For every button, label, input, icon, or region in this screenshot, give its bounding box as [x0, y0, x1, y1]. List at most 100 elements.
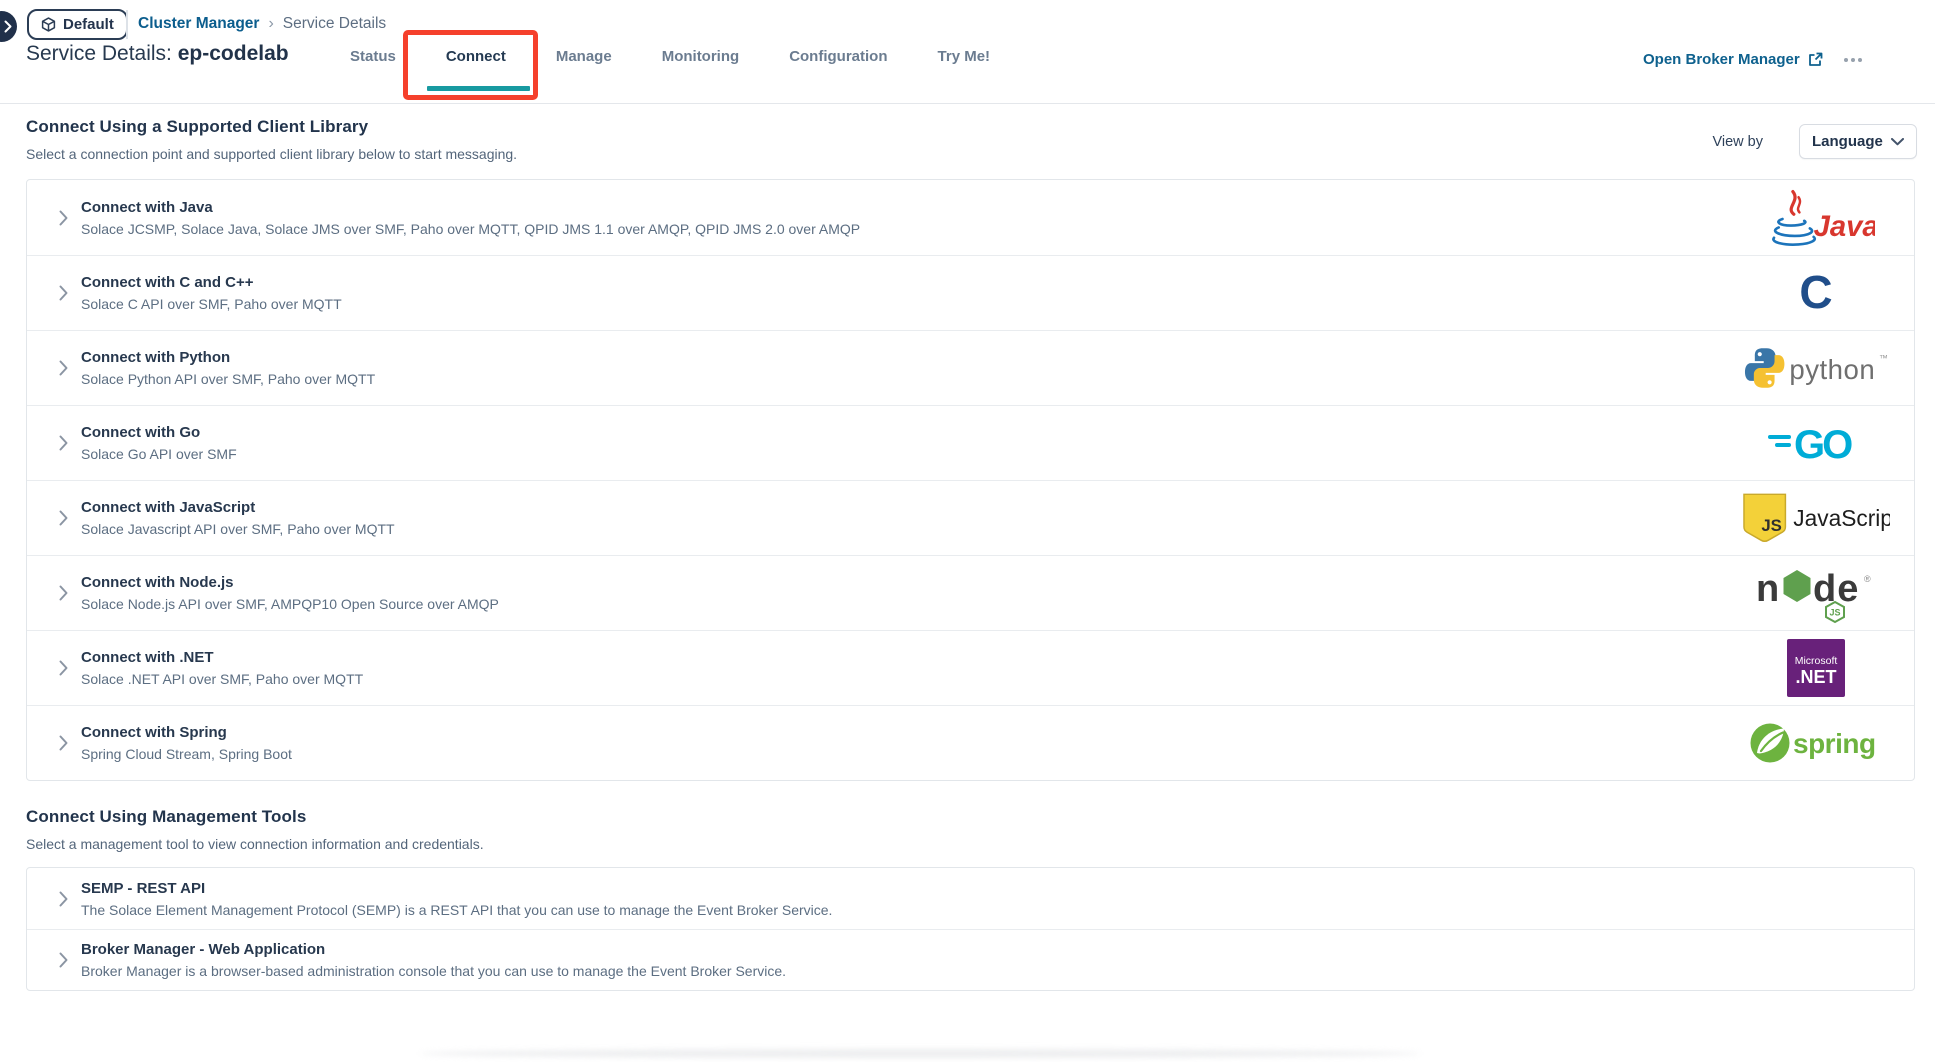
chevron-right-icon — [59, 435, 68, 451]
item-subtitle: Solace Javascript API over SMF, Paho ove… — [81, 521, 395, 537]
ellipsis-icon — [1844, 58, 1848, 62]
workspace-badge-label: Default — [63, 16, 114, 33]
java-logo: Java — [1742, 188, 1890, 248]
breadcrumb-separator: › — [268, 15, 273, 33]
list-item-java[interactable]: Connect with Java Solace JCSMP, Solace J… — [27, 180, 1914, 255]
chevron-right-icon — [59, 735, 68, 751]
open-broker-manager-link[interactable]: Open Broker Manager — [1643, 51, 1823, 68]
svg-text:JS: JS — [1761, 516, 1782, 535]
open-broker-manager-label: Open Broker Manager — [1643, 51, 1800, 68]
management-subheading: Select a management tool to view connect… — [26, 836, 1915, 852]
list-item-spring[interactable]: Connect with Spring Spring Cloud Stream,… — [27, 705, 1914, 780]
item-subtitle: Broker Manager is a browser-based admini… — [81, 963, 786, 979]
item-subtitle: Solace Python API over SMF, Paho over MQ… — [81, 371, 375, 387]
workspace-badge[interactable]: Default — [27, 9, 128, 40]
service-name: ep-codelab — [178, 42, 289, 65]
svg-text:Microsoft: Microsoft — [1795, 655, 1838, 667]
breadcrumb: Cluster Manager › Service Details — [138, 15, 386, 33]
tab-monitoring[interactable]: Monitoring — [662, 48, 739, 65]
management-tools-list: SEMP - REST API The Solace Element Manag… — [26, 867, 1915, 991]
item-title: Connect with Go — [81, 424, 237, 441]
item-title: Broker Manager - Web Application — [81, 941, 786, 958]
tab-configuration[interactable]: Configuration — [789, 48, 887, 65]
chevron-right-icon — [59, 660, 68, 676]
item-subtitle: Solace C API over SMF, Paho over MQTT — [81, 296, 342, 312]
tab-bar: Status Connect Manage Monitoring Configu… — [350, 48, 990, 65]
chevron-right-icon — [59, 210, 68, 226]
chevron-down-icon — [1891, 138, 1904, 146]
management-section-head: Connect Using Management Tools Select a … — [26, 807, 1915, 852]
spring-logo: spring — [1742, 720, 1890, 766]
view-by-label: View by — [1712, 134, 1763, 150]
chevron-right-icon — [59, 285, 68, 301]
item-subtitle: Spring Cloud Stream, Spring Boot — [81, 746, 292, 762]
item-subtitle: The Solace Element Management Protocol (… — [81, 902, 832, 918]
tab-try-me[interactable]: Try Me! — [938, 48, 991, 65]
ellipsis-icon — [1858, 58, 1862, 62]
list-item-dotnet[interactable]: Connect with .NET Solace .NET API over S… — [27, 630, 1914, 705]
svg-text:Java: Java — [1814, 210, 1875, 242]
list-item-javascript[interactable]: Connect with JavaScript Solace Javascrip… — [27, 480, 1914, 555]
page-header: Default Cluster Manager › Service Detail… — [0, 0, 1935, 104]
svg-text:™: ™ — [1879, 353, 1888, 363]
svg-text:n: n — [1756, 568, 1779, 610]
ellipsis-icon — [1851, 58, 1855, 62]
client-library-subheading: Select a connection point and supported … — [26, 146, 1915, 162]
item-title: Connect with .NET — [81, 649, 363, 666]
svg-text:®: ® — [1864, 574, 1871, 584]
svg-text:spring: spring — [1793, 728, 1876, 759]
item-subtitle: Solace Go API over SMF — [81, 446, 237, 462]
chevron-right-icon — [59, 891, 68, 907]
client-library-list: Connect with Java Solace JCSMP, Solace J… — [26, 179, 1915, 781]
item-subtitle: Solace JCSMP, Solace Java, Solace JMS ov… — [81, 221, 860, 237]
list-item-broker-manager[interactable]: Broker Manager - Web Application Broker … — [27, 929, 1914, 990]
chevron-right-icon — [4, 20, 12, 33]
view-by-control: View by Language — [1712, 124, 1917, 159]
chevron-right-icon — [59, 952, 68, 968]
item-subtitle: Solace Node.js API over SMF, AMPQP10 Ope… — [81, 596, 499, 612]
item-title: Connect with Spring — [81, 724, 292, 741]
svg-text:C: C — [1799, 267, 1832, 318]
dotnet-logo: Microsoft .NET — [1742, 638, 1890, 698]
c-logo: C — [1742, 267, 1890, 319]
svg-text:.NET: .NET — [1795, 667, 1836, 687]
svg-text:JS: JS — [1829, 608, 1840, 618]
python-logo: python ™ — [1742, 346, 1890, 390]
page-title: Service Details: ep-codelab — [26, 42, 289, 66]
breadcrumb-link-cluster-manager[interactable]: Cluster Manager — [138, 15, 259, 33]
client-library-heading: Connect Using a Supported Client Library — [26, 117, 1915, 137]
page-title-prefix: Service Details: — [26, 42, 172, 65]
tab-manage[interactable]: Manage — [556, 48, 612, 65]
more-actions-button[interactable] — [1842, 54, 1864, 66]
management-heading: Connect Using Management Tools — [26, 807, 1915, 827]
svg-text:JavaScript: JavaScript — [1793, 505, 1890, 531]
list-item-c[interactable]: Connect with C and C++ Solace C API over… — [27, 255, 1914, 330]
javascript-logo: JS JavaScript — [1742, 493, 1890, 543]
item-subtitle: Solace .NET API over SMF, Paho over MQTT — [81, 671, 363, 687]
active-tab-underline — [427, 86, 530, 91]
go-logo: GO — [1742, 422, 1890, 464]
item-title: SEMP - REST API — [81, 880, 832, 897]
chevron-right-icon — [59, 360, 68, 376]
view-by-dropdown-value: Language — [1812, 133, 1883, 150]
client-library-section-head: Connect Using a Supported Client Library… — [26, 117, 1915, 162]
item-title: Connect with JavaScript — [81, 499, 395, 516]
list-item-go[interactable]: Connect with Go Solace Go API over SMF G… — [27, 405, 1914, 480]
page-bottom-shadow — [420, 1049, 1420, 1058]
svg-text:python: python — [1789, 354, 1875, 385]
tab-status[interactable]: Status — [350, 48, 396, 65]
item-title: Connect with Java — [81, 199, 860, 216]
list-item-semp[interactable]: SEMP - REST API The Solace Element Manag… — [27, 868, 1914, 929]
nodejs-logo: n de JS ® — [1742, 562, 1890, 624]
tab-connect[interactable]: Connect — [446, 48, 506, 65]
external-link-icon — [1808, 52, 1823, 67]
view-by-dropdown[interactable]: Language — [1799, 124, 1917, 159]
list-item-nodejs[interactable]: Connect with Node.js Solace Node.js API … — [27, 555, 1914, 630]
header-actions: Open Broker Manager — [1643, 51, 1864, 68]
header-divider — [126, 10, 128, 39]
item-title: Connect with Python — [81, 349, 375, 366]
cube-icon — [41, 17, 56, 32]
list-item-python[interactable]: Connect with Python Solace Python API ov… — [27, 330, 1914, 405]
sidebar-expand-button[interactable] — [0, 11, 17, 42]
chevron-right-icon — [59, 510, 68, 526]
